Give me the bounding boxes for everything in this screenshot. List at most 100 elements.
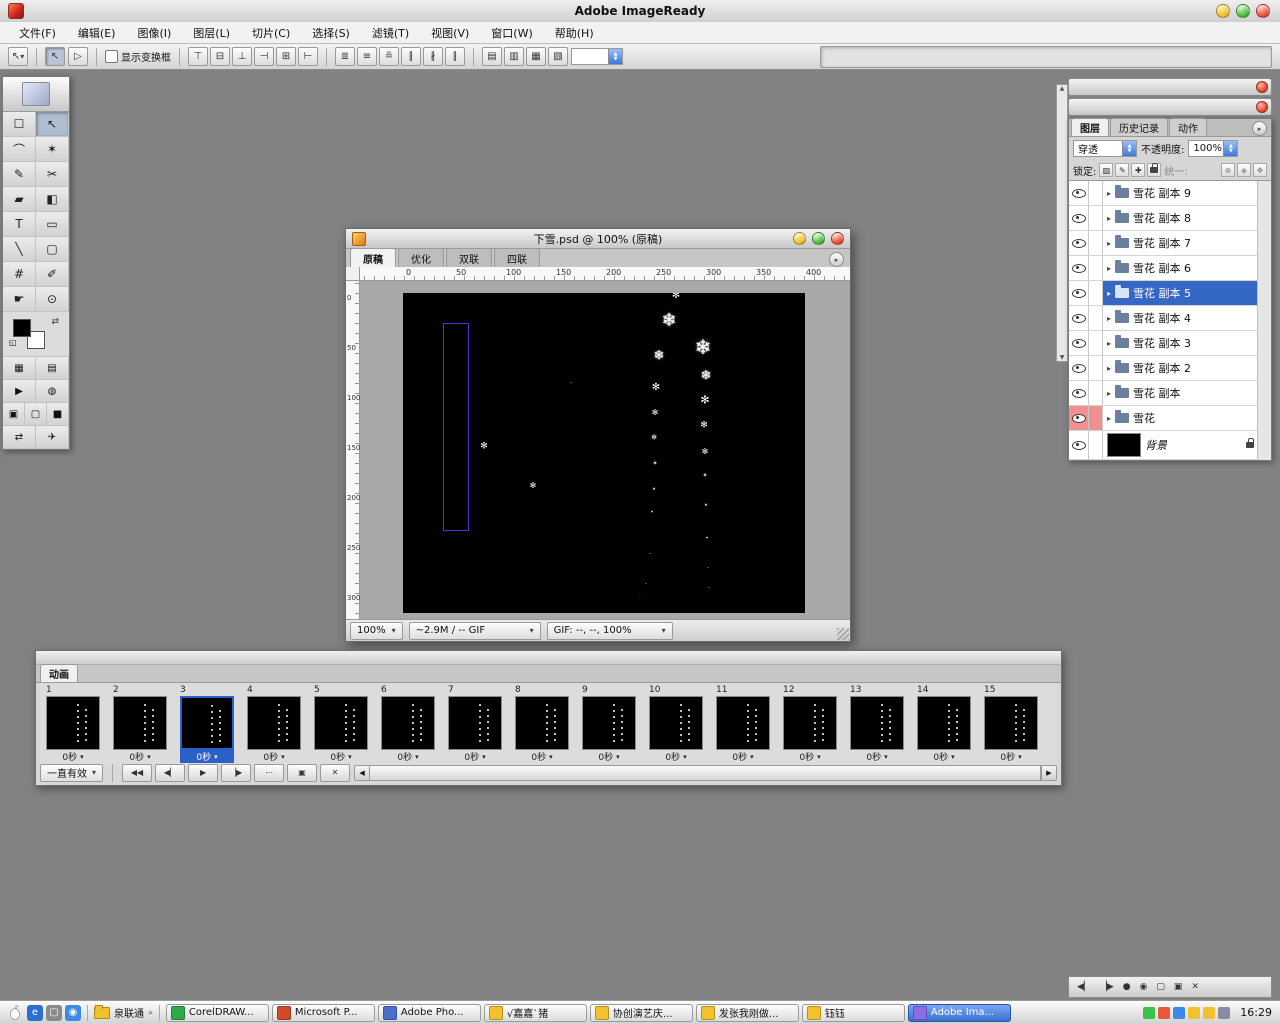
animation-palette[interactable]: 动画 10秒▾20秒▾30秒▾40秒▾50秒▾60秒▾70秒▾80秒▾90秒▾1… — [35, 650, 1062, 786]
lasso-tool[interactable]: ⌒ — [3, 137, 36, 162]
delete-frame-button[interactable]: ✕ — [320, 764, 350, 782]
play-button[interactable]: ▶ — [188, 764, 218, 782]
layers-scrollbar[interactable] — [1257, 181, 1271, 460]
file-size-dropdown[interactable]: ~2.9M / -- GIF▾ — [409, 622, 541, 640]
animation-frame[interactable]: 110秒▾ — [714, 685, 776, 763]
frame-thumbnail[interactable] — [716, 696, 770, 750]
minimize-button[interactable] — [1216, 4, 1230, 18]
duplicate-frame-button[interactable]: ▣ — [287, 764, 317, 782]
doc-minimize-button[interactable] — [793, 232, 806, 245]
layer-main[interactable]: ▸雪花 副本 8 — [1103, 206, 1258, 230]
tab-optimized[interactable]: 优化 — [398, 248, 444, 268]
expand-triangle-icon[interactable]: ▸ — [1107, 314, 1111, 323]
align-horizontal-center-button[interactable]: ⊞ — [276, 47, 296, 66]
doc-tab-menu-button[interactable]: ▸ — [829, 252, 844, 267]
layer-row[interactable]: ▸雪花 副本 3 — [1069, 331, 1271, 356]
magic-wand-tool[interactable]: ✶ — [36, 137, 69, 162]
layer-visibility-toggle[interactable] — [1069, 256, 1089, 280]
expand-triangle-icon[interactable]: ▸ — [1107, 414, 1111, 423]
show-desktop-icon[interactable]: ▢ — [46, 1005, 62, 1021]
option-button-3[interactable]: ▦ — [526, 47, 546, 66]
step-forward-button[interactable]: ▕▶ — [221, 764, 251, 782]
layer-link-cell[interactable] — [1089, 306, 1103, 330]
animation-frame[interactable]: 40秒▾ — [245, 685, 307, 763]
layer-link-cell[interactable] — [1089, 431, 1103, 459]
brush-tool[interactable]: ✎ — [3, 162, 36, 187]
layer-row[interactable]: ▸雪花 副本 — [1069, 381, 1271, 406]
rectangular-marquee-tool[interactable]: ☐ — [3, 112, 36, 137]
default-colors-icon[interactable]: ◱ — [9, 338, 17, 346]
layer-row[interactable]: ▸雪花 副本 5 — [1069, 281, 1271, 306]
eyedropper-tool[interactable]: ✐ — [36, 262, 69, 287]
move-tool-toggle[interactable]: ↖ — [45, 47, 65, 66]
distribute-bottom-button[interactable]: ≞ — [379, 47, 399, 66]
opacity-dropdown[interactable]: 100% ▲▼ — [1188, 140, 1238, 157]
frame-thumbnail[interactable] — [247, 696, 301, 750]
frame-delay-dropdown[interactable]: 0秒▾ — [716, 750, 770, 763]
animation-frame[interactable]: 20秒▾ — [111, 685, 173, 763]
animation-palette-grip[interactable] — [36, 651, 1061, 665]
layer-visibility-toggle[interactable] — [1069, 281, 1089, 305]
preview-in-browser-button[interactable]: ◍ — [36, 380, 69, 403]
ie-icon[interactable]: e — [27, 1005, 43, 1021]
taskbar-app-8[interactable]: Adobe Ima... — [908, 1004, 1011, 1022]
expand-triangle-icon[interactable]: ▸ — [1107, 339, 1111, 348]
tab-history[interactable]: 历史记录 — [1110, 118, 1168, 136]
layer-visibility-toggle[interactable] — [1069, 306, 1089, 330]
frame-delay-dropdown[interactable]: 0秒▾ — [582, 750, 636, 763]
taskbar-app-4[interactable]: √嘉嘉`猪 — [484, 1004, 587, 1022]
frame-delay-dropdown[interactable]: 0秒▾ — [381, 750, 435, 763]
animation-frame[interactable]: 130秒▾ — [848, 685, 910, 763]
menu-slices[interactable]: 切片(C) — [241, 23, 301, 43]
expand-triangle-icon[interactable]: ▸ — [1107, 214, 1111, 223]
foreground-color-swatch[interactable] — [13, 319, 31, 337]
frame-thumbnail[interactable] — [180, 696, 234, 750]
palette-close-button[interactable] — [1256, 101, 1268, 113]
layer-visibility-toggle[interactable] — [1069, 381, 1089, 405]
tab-original[interactable]: 原稿 — [350, 248, 396, 268]
layer-visibility-toggle[interactable] — [1069, 231, 1089, 255]
app-titlebar[interactable]: Adobe ImageReady — [0, 0, 1280, 23]
tab-4up[interactable]: 四联 — [494, 248, 540, 268]
jump-to-other-button[interactable]: ✈ — [36, 426, 69, 449]
layer-row[interactable]: ▸雪花 副本 9 — [1069, 181, 1271, 206]
type-tool[interactable]: T — [3, 212, 36, 237]
animation-frame[interactable]: 70秒▾ — [446, 685, 508, 763]
tween-button[interactable]: ⋯ — [254, 764, 284, 782]
frame-delay-dropdown[interactable]: 0秒▾ — [515, 750, 569, 763]
scroll-up-icon[interactable]: ▲ — [1060, 85, 1065, 92]
layer-link-cell[interactable] — [1089, 206, 1103, 230]
frame-delay-dropdown[interactable]: 0秒▾ — [783, 750, 837, 763]
lock-all-icon[interactable] — [1147, 163, 1161, 177]
layer-main[interactable]: ▸雪花 — [1103, 406, 1258, 430]
record-button[interactable]: ● — [1123, 982, 1131, 992]
scroll-right-icon[interactable]: ▶ — [1041, 766, 1056, 780]
chevron-expand-icon[interactable]: » — [148, 1008, 153, 1017]
unify-position-icon[interactable]: ⊕ — [1221, 163, 1235, 177]
expand-triangle-icon[interactable]: ▸ — [1107, 364, 1111, 373]
step-back-button[interactable]: ◀▏ — [155, 764, 185, 782]
animation-frame[interactable]: 90秒▾ — [580, 685, 642, 763]
menu-image[interactable]: 图像(I) — [126, 23, 182, 43]
frame-thumbnail[interactable] — [381, 696, 435, 750]
stepper-icon[interactable]: ▲▼ — [1223, 141, 1237, 156]
frame-delay-dropdown[interactable]: 0秒▾ — [448, 750, 502, 763]
frame-delay-dropdown[interactable]: 0秒▾ — [113, 750, 167, 763]
menu-layer[interactable]: 图层(L) — [182, 23, 241, 43]
frame-thumbnail[interactable] — [850, 696, 904, 750]
doc-close-button[interactable] — [831, 232, 844, 245]
toolbox-header[interactable] — [3, 77, 69, 112]
menu-view[interactable]: 视图(V) — [420, 23, 480, 43]
distribute-top-button[interactable]: ≣ — [335, 47, 355, 66]
layer-main[interactable]: ▸雪花 副本 7 — [1103, 231, 1258, 255]
layer-row[interactable]: ▸雪花 副本 7 — [1069, 231, 1271, 256]
layer-link-cell[interactable] — [1089, 181, 1103, 205]
frame-delay-dropdown[interactable]: 0秒▾ — [917, 750, 971, 763]
maximize-button[interactable] — [1236, 4, 1250, 18]
trash-button[interactable]: ✕ — [1191, 982, 1199, 992]
first-frame-button[interactable]: ◀◀ — [122, 764, 152, 782]
unify-style-icon[interactable]: ❖ — [1253, 163, 1267, 177]
step-backward-button[interactable]: ◀▏ — [1077, 982, 1091, 992]
layer-row[interactable]: ▸雪花 副本 8 — [1069, 206, 1271, 231]
layer-row[interactable]: ▸雪花 副本 6 — [1069, 256, 1271, 281]
